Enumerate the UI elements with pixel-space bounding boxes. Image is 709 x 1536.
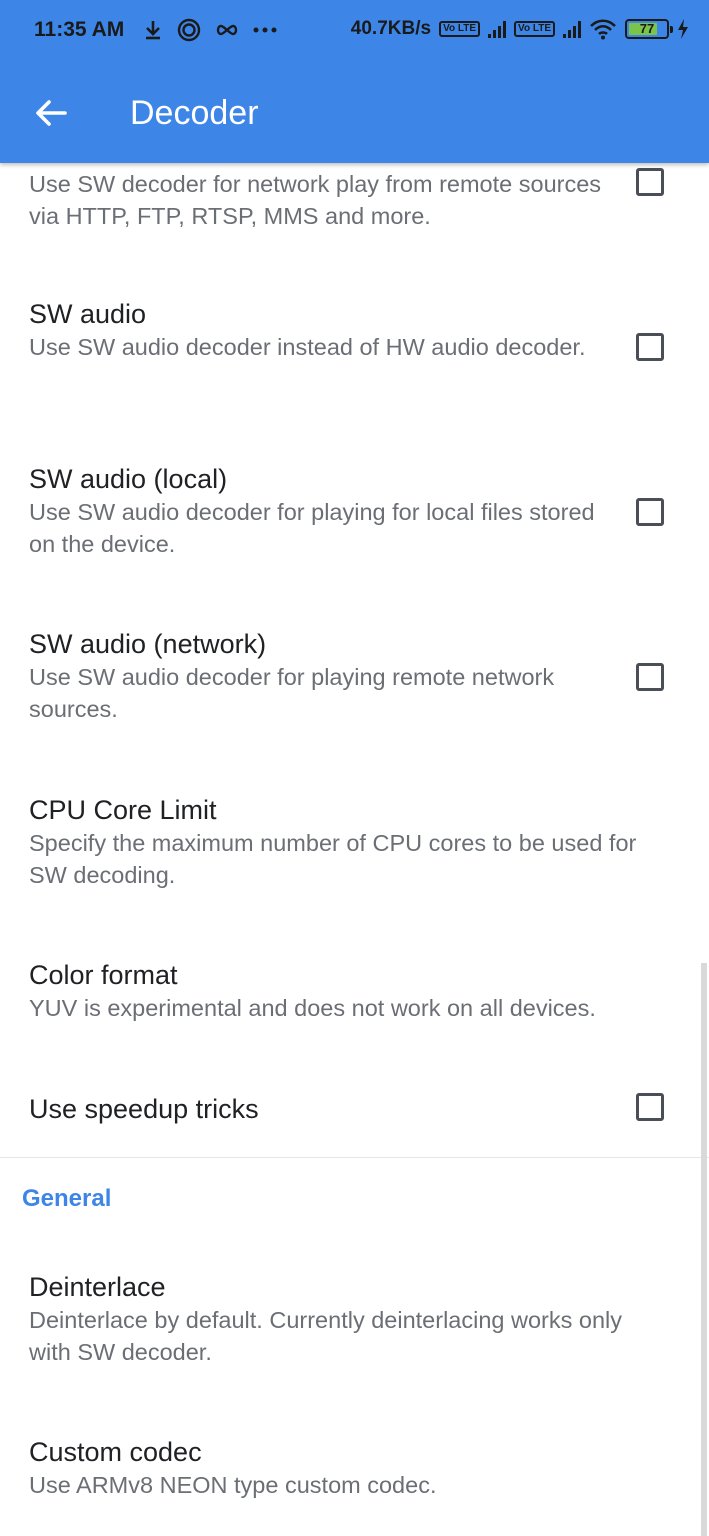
category-general: General	[22, 1185, 112, 1212]
scrollbar[interactable]	[701, 963, 707, 1536]
pref-summary: Use SW decoder for network play from rem…	[29, 171, 602, 229]
pref-title: SW audio	[29, 299, 147, 329]
checkbox-sw-network[interactable]	[636, 168, 664, 196]
download-icon	[146, 21, 160, 40]
section-divider	[0, 1157, 709, 1158]
pref-sw-audio[interactable]: SW audio Use SW audio decoder instead of…	[29, 297, 679, 363]
volte-badge-1: Vo LTE	[439, 21, 481, 37]
battery-nub	[670, 26, 673, 33]
app-bar: 11:35 AM 40.7KB/s Vo LTE Vo LTE 77 Decod…	[0, 0, 709, 163]
pref-deinterlace[interactable]: Deinterlace Deinterlace by default. Curr…	[29, 1270, 679, 1368]
checkbox-speedup-tricks[interactable]	[636, 1093, 664, 1121]
pref-summary: Use SW audio decoder for playing for loc…	[29, 499, 595, 557]
pref-title: Color format	[29, 960, 178, 990]
pref-sw-audio-local[interactable]: SW audio (local) Use SW audio decoder fo…	[29, 462, 679, 560]
pref-summary: Use ARMv8 NEON type custom codec.	[29, 1472, 437, 1498]
pref-summary: Deinterlace by default. Currently deinte…	[29, 1307, 623, 1365]
pref-custom-codec[interactable]: Custom codec Use ARMv8 NEON type custom …	[29, 1435, 679, 1501]
charging-bolt-icon	[678, 19, 688, 39]
pref-title: SW audio (local)	[29, 464, 228, 494]
pref-color-format[interactable]: Color format YUV is experimental and doe…	[29, 958, 679, 1024]
page-title: Decoder	[130, 94, 259, 132]
infinity-icon	[216, 24, 238, 36]
status-right-icons: 40.7KB/s Vo LTE Vo LTE 77	[351, 18, 689, 40]
pref-title: Use speedup tricks	[29, 1094, 259, 1124]
status-time: 11:35 AM	[34, 18, 125, 41]
pref-cpu-core-limit[interactable]: CPU Core Limit Specify the maximum numbe…	[29, 793, 679, 891]
pref-sw-audio-network[interactable]: SW audio (network) Use SW audio decoder …	[29, 627, 679, 725]
signal-icon-1	[488, 20, 507, 38]
battery-level: 77	[639, 21, 655, 36]
preference-list[interactable]: Use SW decoder for network play from rem…	[0, 163, 709, 1536]
pref-title: SW audio (network)	[29, 629, 267, 659]
signal-icon-2	[563, 20, 581, 38]
pref-title: Deinterlace	[29, 1272, 166, 1302]
checkbox-sw-audio[interactable]	[636, 333, 664, 361]
battery-icon: 77	[625, 19, 673, 39]
back-arrow-icon[interactable]	[34, 96, 68, 130]
pref-summary: Use SW audio decoder instead of HW audio…	[29, 334, 586, 360]
volte-badge-2: Vo LTE	[514, 21, 555, 37]
network-speed: 40.7KB/s	[350, 18, 432, 39]
pref-title: Custom codec	[29, 1437, 202, 1467]
status-bar: 11:35 AM 40.7KB/s Vo LTE Vo LTE 77	[0, 0, 709, 64]
checkbox-sw-audio-network[interactable]	[636, 663, 664, 691]
checkbox-sw-audio-local[interactable]	[636, 498, 664, 526]
pref-title: CPU Core Limit	[29, 795, 217, 825]
wifi-icon	[590, 19, 616, 40]
shield-swirl-icon	[177, 18, 201, 42]
pref-summary: Use SW audio decoder for playing remote …	[29, 664, 555, 722]
pref-sw-network[interactable]: Use SW decoder for network play from rem…	[29, 168, 679, 232]
more-dots-icon	[253, 27, 277, 33]
pref-summary: YUV is experimental and does not work on…	[29, 995, 596, 1021]
pref-speedup-tricks[interactable]: Use speedup tricks	[29, 1092, 679, 1126]
status-left-icons	[143, 18, 277, 42]
pref-summary: Specify the maximum number of CPU cores …	[29, 830, 637, 888]
